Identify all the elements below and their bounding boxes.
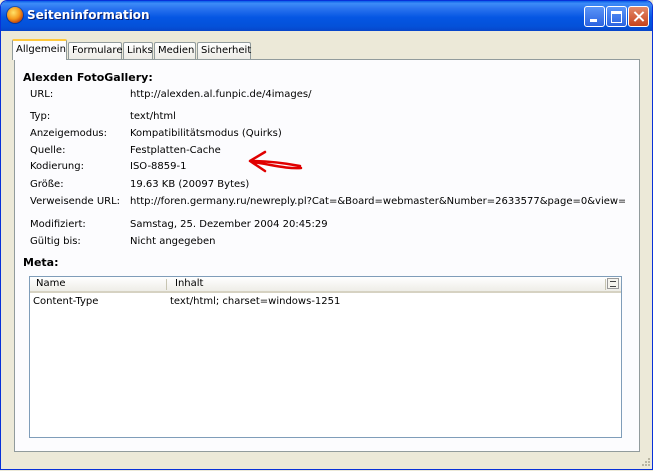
resize-grip-icon[interactable] <box>639 456 651 468</box>
tab-allgemein[interactable]: Allgemein <box>12 39 67 60</box>
page-info-window: Seiteninformation Allgemein Formulare Li… <box>0 0 653 470</box>
red-arrow-annotation <box>248 150 303 173</box>
